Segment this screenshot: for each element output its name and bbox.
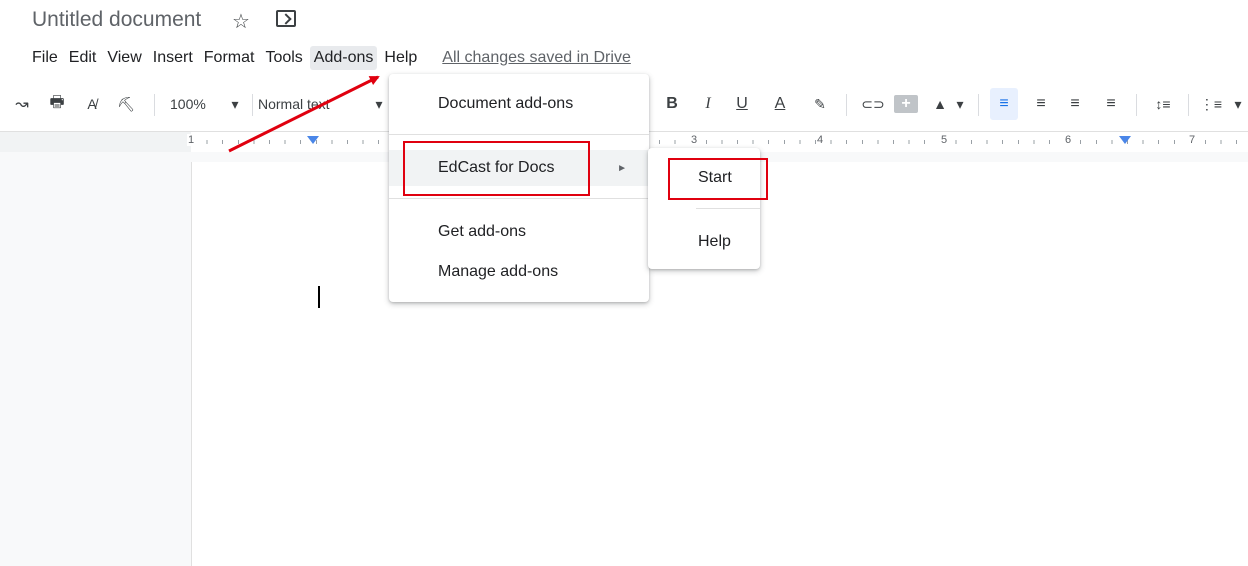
annotation-arrow (228, 75, 380, 153)
